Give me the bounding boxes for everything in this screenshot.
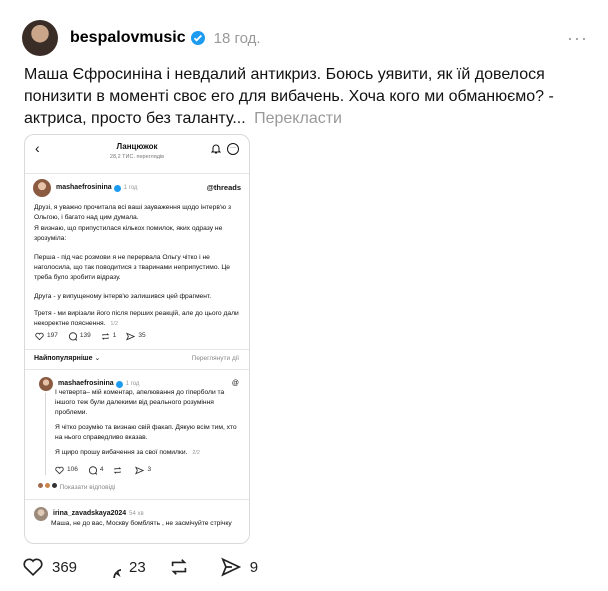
thread-line xyxy=(45,393,46,475)
screenshot-stats: 197 139 1 35 xyxy=(35,331,146,341)
comment-icon xyxy=(113,569,122,578)
comment-icon xyxy=(88,465,97,475)
repost-icon xyxy=(101,332,110,340)
likes-count: 197 xyxy=(47,332,58,339)
reposts-count: 1 xyxy=(112,332,117,339)
comment-avatar xyxy=(34,507,48,521)
share-count: 9 xyxy=(249,558,259,576)
comment-count: 23 xyxy=(129,558,146,576)
divider xyxy=(25,173,249,174)
heart-icon xyxy=(23,558,43,576)
divider xyxy=(25,499,249,500)
reply-shares-stat: 3 xyxy=(135,465,151,475)
threads-post: bespalovmusic 18 год. ··· Маша Єфросинін… xyxy=(0,0,608,591)
verified-dot-icon xyxy=(113,184,121,192)
heart-icon xyxy=(35,332,44,340)
screenshot-paragraph: Перша - під час розмови я не перервала О… xyxy=(34,254,230,281)
screenshot-author: mashaefrosinina xyxy=(56,184,112,191)
reply-paragraph: І четверта– мій коментар, апелювання до … xyxy=(55,389,225,416)
reply-avatar-small xyxy=(50,482,58,489)
show-replies-link: Показати відповіді xyxy=(59,483,116,491)
comment-time: 54 хв xyxy=(129,511,144,517)
reply-avatar xyxy=(39,377,53,391)
shares-stat: 35 xyxy=(126,331,146,341)
heart-icon xyxy=(55,466,64,474)
comment-author: irina_zavadskaya2024 xyxy=(53,510,127,517)
comments-count: 139 xyxy=(79,332,91,339)
screenshot-paragraph: Я визнаю, що припустилася кількох помило… xyxy=(34,225,223,242)
screenshot-author-row: mashaefrosinina 1 год @threads xyxy=(33,177,241,199)
send-icon xyxy=(220,557,241,577)
reply-reposts-stat xyxy=(113,466,125,475)
author-avatar[interactable] xyxy=(22,20,58,56)
screenshot-paragraph-text: Третя - ми вирізали його після перших ре… xyxy=(34,310,239,327)
embedded-screenshot[interactable]: ‹ Ланцюжок 28,2 ТИС. переглядів ··· mash… xyxy=(24,134,250,544)
show-replies-row: Показати відповіді xyxy=(37,482,115,493)
chevron-down-icon: ⌄ xyxy=(94,355,101,362)
like-button[interactable]: 369 xyxy=(22,556,77,578)
send-icon xyxy=(135,465,145,475)
screenshot-topbar: ‹ Ланцюжок 28,2 ТИС. переглядів ··· xyxy=(25,135,249,173)
sort-label: Найпопулярніше xyxy=(34,355,93,362)
screenshot-avatar xyxy=(33,179,51,197)
reply-shares-count: 3 xyxy=(147,466,152,473)
repost-button[interactable] xyxy=(168,556,198,578)
screenshot-paragraph: Третя - ми вирізали його після перших ре… xyxy=(34,309,239,329)
reposts-stat: 1 xyxy=(101,331,117,341)
comment-icon xyxy=(68,331,77,341)
reply-likes-stat: 106 xyxy=(55,465,78,475)
verified-dot-icon xyxy=(115,380,123,388)
repost-icon xyxy=(114,466,122,474)
screenshot-paragraph: Друга - у випущеному інтерв'ю залишився … xyxy=(34,293,212,300)
sort-row: Найпопулярніше ⌄ Переглянути дії xyxy=(34,354,239,364)
reply-comments-stat: 4 xyxy=(88,465,104,475)
post-time: 18 год. xyxy=(213,29,261,47)
share-button[interactable]: 9 xyxy=(220,556,258,578)
bell-icon xyxy=(211,144,221,154)
author-username[interactable]: bespalovmusic xyxy=(70,29,186,47)
page-indicator: 1/2 xyxy=(110,321,119,327)
more-options-icon[interactable]: ··· xyxy=(567,28,588,49)
verified-badge-icon xyxy=(190,30,206,46)
like-count: 369 xyxy=(52,558,78,576)
post-caption: Маша Єфросиніна і невдалий антикриз. Бою… xyxy=(24,64,594,130)
reply-paragraph: Я чітко розумію та визнаю свій факап. Дя… xyxy=(55,424,237,441)
page-indicator: 2/2 xyxy=(192,450,200,456)
comment-text: Маша, не до вас, Москву бомблять , не за… xyxy=(51,520,232,527)
comments-stat: 139 xyxy=(68,331,91,341)
threads-logo: @threads xyxy=(206,183,241,192)
repost-icon xyxy=(171,559,187,575)
reply-stats: 106 4 3 xyxy=(55,465,151,475)
reply-paragraph-text: Я щиро прошу вибачення за свої помилки. xyxy=(55,449,188,456)
shares-count: 35 xyxy=(138,332,146,339)
view-activity-link: Переглянути дії xyxy=(191,355,239,362)
divider xyxy=(25,349,249,350)
reply-avatar-small xyxy=(43,482,51,489)
screenshot-time: 1 год xyxy=(123,185,138,191)
translate-link[interactable]: Перекласти xyxy=(254,110,342,127)
reply-likes-count: 106 xyxy=(67,466,78,473)
ellipsis-icon: ··· xyxy=(227,143,239,155)
comment-button[interactable]: 23 xyxy=(99,556,146,578)
divider xyxy=(25,369,249,370)
post-header: bespalovmusic 18 год. ··· xyxy=(22,18,588,58)
post-actions: 369 23 9 xyxy=(22,556,280,578)
reply-avatar-small xyxy=(37,482,44,489)
screenshot-paragraph: Друзі, я уважно прочитала всі ваші заува… xyxy=(34,204,232,221)
reply-comments-count: 4 xyxy=(99,466,104,473)
reply-paragraph: Я щиро прошу вибачення за свої помилки. … xyxy=(55,448,239,458)
reply-avatars xyxy=(37,482,58,493)
likes-stat: 197 xyxy=(35,331,58,341)
send-icon xyxy=(126,331,136,341)
